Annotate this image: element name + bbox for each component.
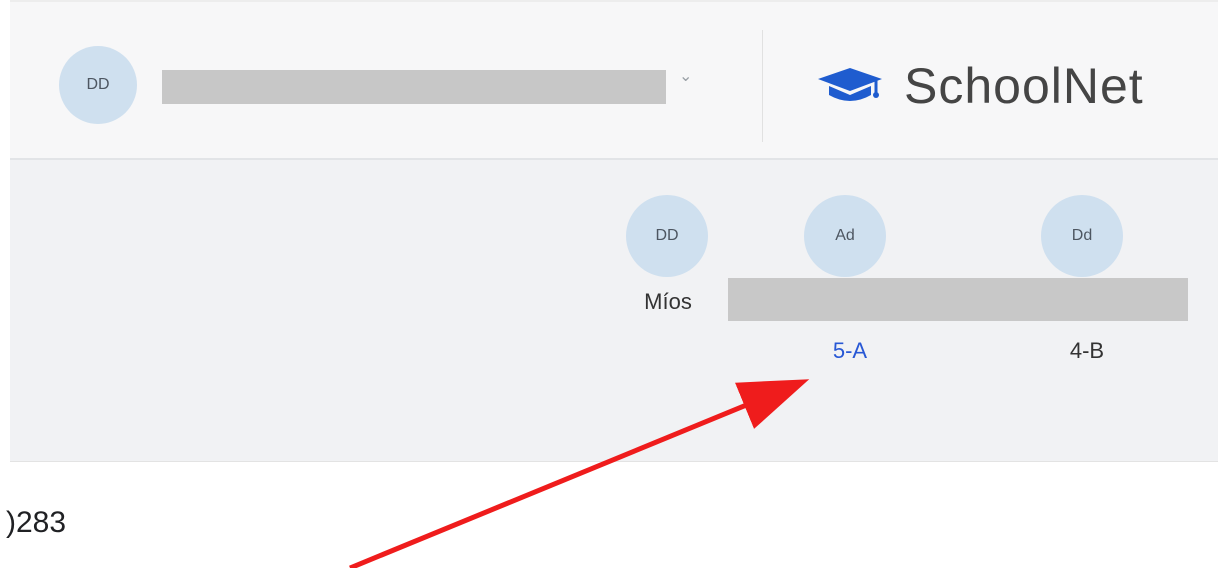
- user-avatar[interactable]: DD: [59, 46, 137, 124]
- schoolnet-brand[interactable]: SchoolNet: [814, 58, 1144, 114]
- profile-switcher: DD Míos Ad Dd 5-A 4-B: [10, 160, 1218, 462]
- top-header: DD ⌄ SchoolNet: [10, 0, 1218, 160]
- profile-avatar-dd-second[interactable]: Dd: [1041, 195, 1123, 277]
- group-label-4b[interactable]: 4-B: [1052, 338, 1122, 364]
- redacted-user-name[interactable]: [162, 70, 666, 104]
- group-link-5a[interactable]: 5-A: [815, 338, 885, 364]
- code-fragment: )283: [6, 506, 67, 539]
- profile-label-mios[interactable]: Míos: [628, 289, 708, 315]
- main-content: )283: [6, 462, 1218, 568]
- profile-avatar-dd[interactable]: DD: [626, 195, 708, 277]
- schoolnet-page: DD ⌄ SchoolNet DD Míos Ad Dd 5-A 4-B )28…: [0, 0, 1218, 568]
- chevron-down-icon[interactable]: ⌄: [679, 66, 692, 85]
- profile-avatar-ad[interactable]: Ad: [804, 195, 886, 277]
- header-divider: [762, 30, 763, 142]
- redacted-profile-names: [728, 278, 1188, 321]
- brand-name: SchoolNet: [904, 58, 1144, 114]
- graduation-cap-icon: [818, 68, 882, 101]
